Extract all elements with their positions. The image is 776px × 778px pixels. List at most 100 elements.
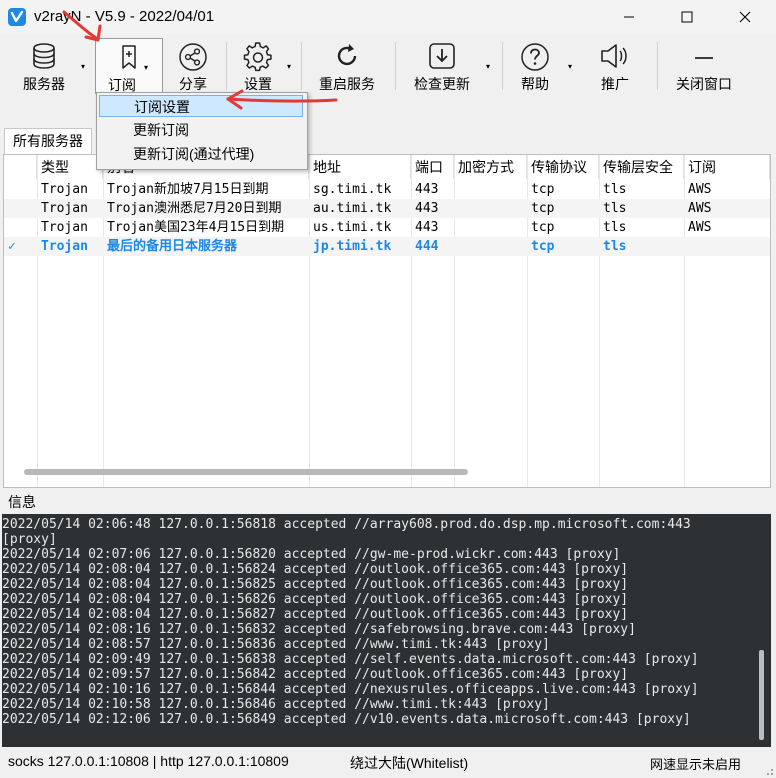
minimize-icon	[624, 16, 634, 18]
share-button[interactable]: 分享	[166, 38, 220, 94]
row-port: 443	[415, 182, 439, 197]
restart-service-button[interactable]: 重启服务	[312, 38, 382, 94]
log-scrollbar-thumb[interactable]	[759, 650, 764, 740]
row-tls: tls	[603, 201, 627, 216]
promote-button[interactable]: 推广	[590, 38, 640, 94]
column-header-subscription[interactable]: 订阅	[684, 155, 770, 179]
log-line: 2022/05/14 02:06:48 127.0.0.1:56818 acce…	[2, 517, 691, 532]
routing-mode[interactable]: 绕过大陆(Whitelist)	[350, 753, 468, 773]
row-port: 444	[415, 239, 439, 254]
log-line: 2022/05/14 02:08:04 127.0.0.1:56826 acce…	[2, 592, 629, 607]
horizontal-scrollbar[interactable]	[24, 469, 468, 475]
window-title: v2rayN - V5.9 - 2022/04/01	[34, 8, 215, 25]
server-row[interactable]: Trojan Trojan澳洲悉尼7月20日到期 au.timi.tk 443 …	[4, 199, 770, 218]
row-address: jp.timi.tk	[313, 239, 392, 254]
row-port: 443	[415, 220, 439, 235]
info-label: 信息	[8, 494, 36, 510]
row-network: tcp	[531, 201, 555, 216]
column-header-network[interactable]: 传输协议	[527, 155, 599, 179]
maximize-icon	[681, 11, 693, 23]
column-header-port[interactable]: 端口	[411, 155, 454, 179]
speed-status: 网速显示未启用	[650, 757, 742, 772]
menu-item-update-subscription-via-proxy[interactable]: 更新订阅(通过代理)	[99, 143, 303, 165]
log-line: 2022/05/14 02:09:57 127.0.0.1:56842 acce…	[2, 667, 629, 682]
log-line: 2022/05/14 02:10:58 127.0.0.1:56846 acce…	[2, 697, 550, 712]
help-dropdown-arrow[interactable]: ▾	[568, 62, 572, 71]
row-alias: Trojan新加坡7月15日到期	[107, 182, 269, 197]
bookmark-add-icon	[96, 43, 162, 71]
server-row[interactable]: Trojan Trojan新加坡7月15日到期 sg.timi.tk 443 t…	[4, 180, 770, 199]
speaker-icon	[590, 42, 640, 70]
subscription-button[interactable]: 订阅 ▾	[95, 38, 163, 94]
row-alias: Trojan美国23年4月15日到期	[107, 220, 285, 235]
row-alias: 最后的备用日本服务器	[107, 239, 238, 254]
column-header-check[interactable]	[4, 155, 37, 179]
minimize-button[interactable]	[606, 0, 652, 34]
row-subscription: AWS	[688, 182, 712, 197]
subscription-menu: 订阅设置 更新订阅 更新订阅(通过代理)	[96, 92, 308, 170]
check-update-button[interactable]: 检查更新	[404, 38, 480, 94]
check-update-dropdown-arrow[interactable]: ▾	[486, 62, 490, 71]
database-icon	[14, 42, 74, 70]
row-encryption	[454, 180, 527, 199]
log-line: 2022/05/14 02:10:16 127.0.0.1:56844 acce…	[2, 682, 699, 697]
log-line: [proxy]	[2, 532, 57, 547]
row-encryption	[454, 199, 527, 218]
status-bar: socks 127.0.0.1:10808 | http 127.0.0.1:1…	[0, 750, 776, 778]
servers-dropdown-arrow[interactable]: ▾	[81, 62, 85, 71]
row-type: Trojan	[41, 220, 88, 235]
v2rayn-logo-icon	[8, 8, 26, 26]
column-header-encryption[interactable]: 加密方式	[454, 155, 527, 179]
log-line: 2022/05/14 02:08:04 127.0.0.1:56827 acce…	[2, 607, 629, 622]
row-check	[4, 180, 37, 199]
close-window-label: 关闭窗口	[676, 76, 732, 92]
column-header-address[interactable]: 地址	[309, 155, 411, 179]
help-icon	[512, 42, 558, 71]
promote-label: 推广	[601, 76, 629, 92]
title-bar: v2rayN - V5.9 - 2022/04/01	[0, 0, 776, 34]
refresh-icon	[312, 42, 382, 70]
server-row-active[interactable]: ✓ Trojan 最后的备用日本服务器 jp.timi.tk 444 tcp t…	[4, 237, 770, 256]
settings-dropdown-arrow[interactable]: ▾	[287, 62, 291, 71]
settings-button[interactable]: 设置	[234, 38, 282, 94]
log-console[interactable]: 2022/05/14 02:06:48 127.0.0.1:56818 acce…	[2, 514, 751, 747]
row-address: sg.timi.tk	[313, 182, 392, 197]
row-type: Trojan	[41, 182, 88, 197]
toolbar-separator	[395, 42, 396, 90]
log-line: 2022/05/14 02:08:16 127.0.0.1:56832 acce…	[2, 622, 636, 637]
menu-item-update-subscription[interactable]: 更新订阅	[99, 119, 303, 141]
server-list[interactable]: 类型 别名 地址 端口 加密方式 传输协议 传输层安全 订阅 Trojan Tr…	[3, 154, 771, 488]
row-alias: Trojan澳洲悉尼7月20日到期	[107, 201, 282, 216]
check-update-label: 检查更新	[414, 76, 470, 92]
share-label: 分享	[179, 76, 207, 92]
close-button[interactable]	[722, 0, 768, 34]
download-icon	[404, 42, 480, 70]
settings-label: 设置	[244, 76, 272, 92]
log-line: 2022/05/14 02:08:04 127.0.0.1:56825 acce…	[2, 577, 629, 592]
tab-all-servers[interactable]: 所有服务器	[4, 128, 92, 155]
restart-service-label: 重启服务	[319, 76, 375, 92]
servers-label: 服务器	[23, 76, 65, 92]
row-type: Trojan	[41, 201, 88, 216]
toolbar-separator	[301, 42, 302, 90]
row-subscription: AWS	[688, 220, 712, 235]
column-header-tls[interactable]: 传输层安全	[599, 155, 684, 179]
servers-button[interactable]: 服务器	[14, 38, 74, 94]
help-label: 帮助	[521, 76, 549, 92]
active-check-icon: ✓	[8, 239, 16, 254]
row-tls: tls	[603, 220, 627, 235]
toolbar: 服务器 ▾ 订阅 ▾ 分享 设置 ▾ 重启服务 检查更新 ▾ 帮助 ▾ 推广 关…	[0, 34, 776, 96]
row-encryption	[454, 218, 527, 237]
log-line: 2022/05/14 02:08:04 127.0.0.1:56824 acce…	[2, 562, 629, 577]
help-button[interactable]: 帮助	[512, 38, 558, 94]
server-row[interactable]: Trojan Trojan美国23年4月15日到期 us.timi.tk 443…	[4, 218, 770, 237]
row-encryption	[454, 237, 527, 256]
close-window-button[interactable]: 关闭窗口	[668, 38, 740, 94]
log-line: 2022/05/14 02:07:06 127.0.0.1:56820 acce…	[2, 547, 621, 562]
menu-item-subscription-settings[interactable]: 订阅设置	[99, 95, 303, 117]
column-header-type[interactable]: 类型	[37, 155, 103, 179]
maximize-button[interactable]	[664, 0, 710, 34]
subscription-dropdown-arrow[interactable]: ▾	[144, 63, 148, 72]
toolbar-separator	[226, 42, 227, 90]
resize-grip-icon[interactable]	[764, 766, 774, 776]
